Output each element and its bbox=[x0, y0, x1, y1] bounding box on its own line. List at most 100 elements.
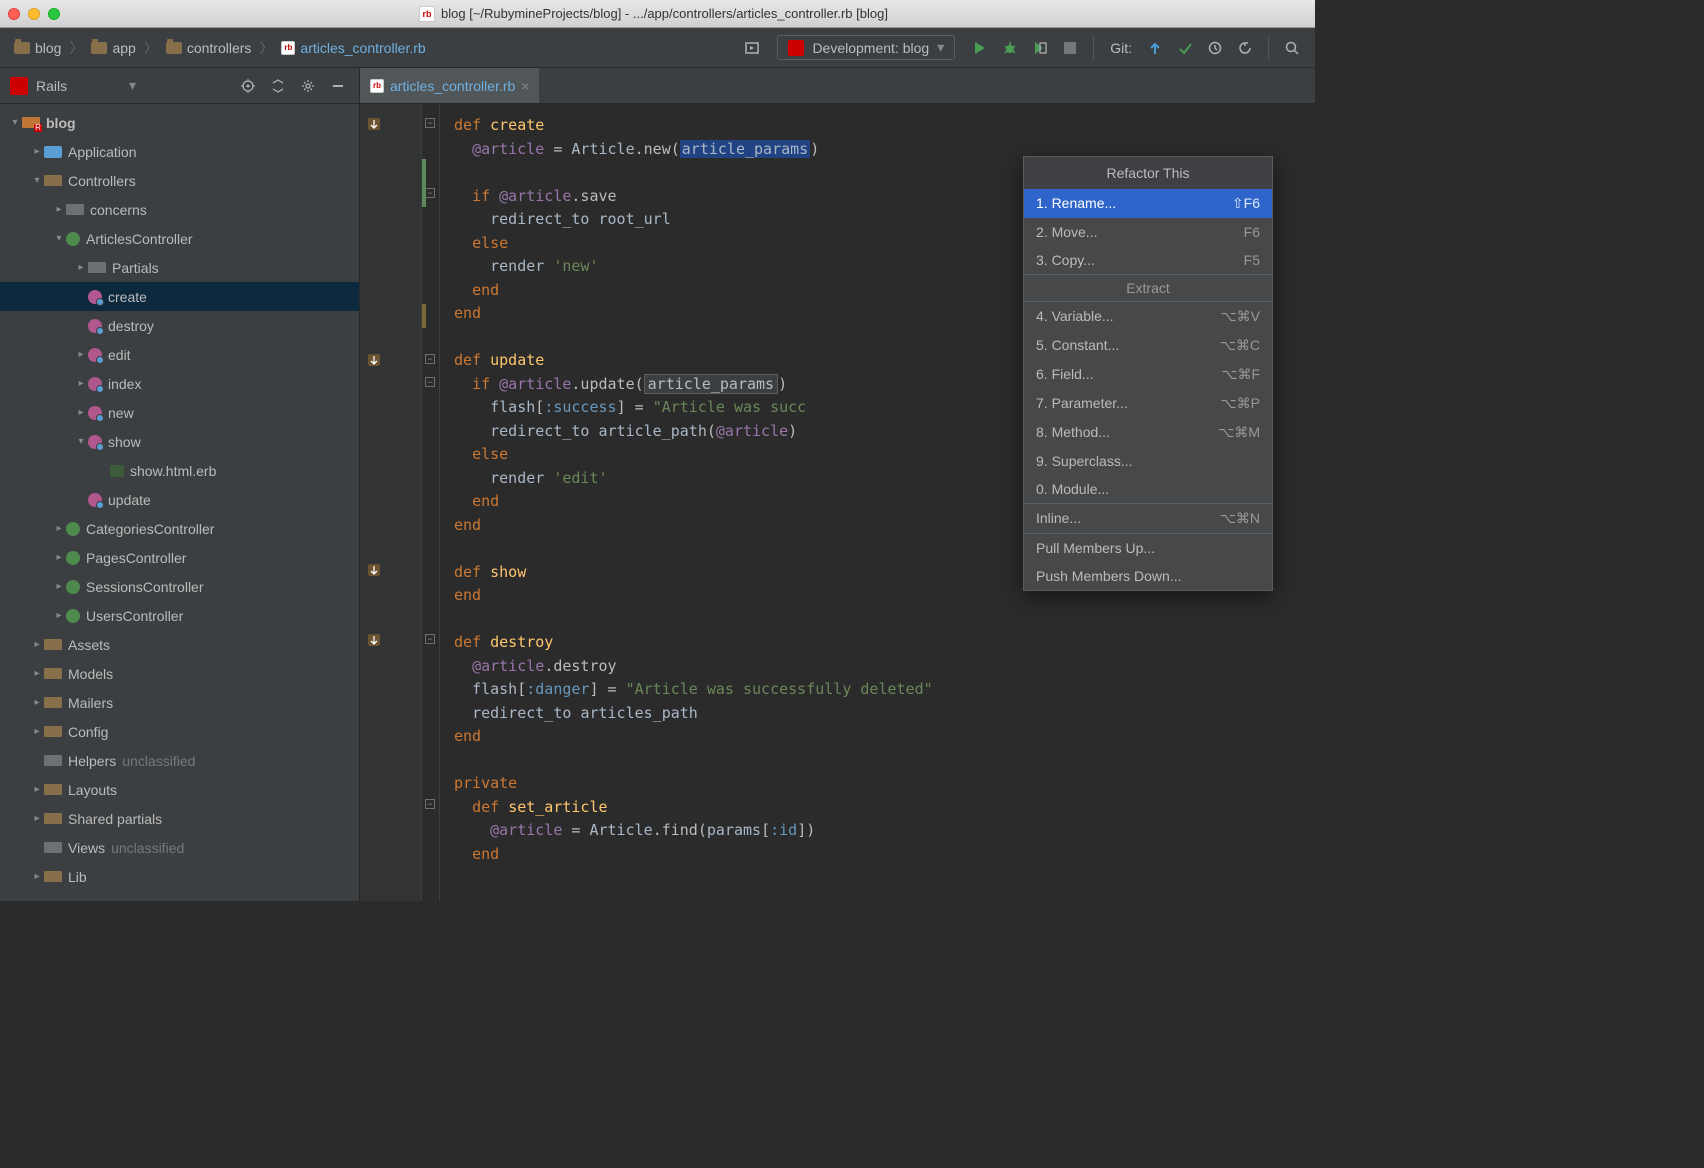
tree-expand-icon[interactable]: ▸ bbox=[74, 378, 88, 389]
code-line[interactable]: flash[:danger] = "Article was successful… bbox=[454, 678, 1315, 702]
tree-row[interactable]: ▸SessionsController bbox=[0, 572, 359, 601]
tree-expand-icon[interactable]: ▾ bbox=[30, 175, 44, 186]
code-line[interactable] bbox=[454, 749, 1315, 773]
fold-toggle[interactable]: − bbox=[425, 799, 435, 809]
tree-row[interactable]: ▸destroy bbox=[0, 311, 359, 340]
close-window-button[interactable] bbox=[8, 8, 20, 20]
tree-row[interactable]: ▾ArticlesController bbox=[0, 224, 359, 253]
tree-row[interactable]: ▾blog bbox=[0, 108, 359, 137]
locate-button[interactable] bbox=[237, 75, 259, 97]
fold-toggle[interactable]: − bbox=[425, 377, 435, 387]
run-configuration-select[interactable]: Development: blog ▾ bbox=[777, 35, 955, 60]
tree-row[interactable]: ▾Controllers bbox=[0, 166, 359, 195]
popup-menu-item[interactable]: 1. Rename...⇧F6 bbox=[1024, 189, 1272, 218]
stop-button[interactable] bbox=[1057, 35, 1083, 61]
tree-row[interactable]: ▸Viewsunclassified bbox=[0, 833, 359, 862]
tree-row[interactable]: ▾show bbox=[0, 427, 359, 456]
popup-menu-item[interactable]: Inline...⌥⌘N bbox=[1024, 504, 1272, 533]
tree-row[interactable]: ▸Lib bbox=[0, 862, 359, 891]
tree-expand-icon[interactable]: ▸ bbox=[30, 871, 44, 882]
vcs-history-button[interactable] bbox=[1202, 35, 1228, 61]
vcs-update-button[interactable] bbox=[1142, 35, 1168, 61]
tree-expand-icon[interactable]: ▾ bbox=[52, 233, 66, 244]
code-line[interactable]: def set_article bbox=[454, 796, 1315, 820]
code-line[interactable]: def create bbox=[454, 114, 1315, 138]
hide-button[interactable] bbox=[327, 75, 349, 97]
tree-expand-icon[interactable]: ▸ bbox=[30, 726, 44, 737]
minimize-window-button[interactable] bbox=[28, 8, 40, 20]
code-line[interactable] bbox=[454, 608, 1315, 632]
run-coverage-button[interactable] bbox=[1027, 35, 1053, 61]
code-line[interactable]: end bbox=[454, 843, 1315, 867]
tree-expand-icon[interactable]: ▸ bbox=[52, 552, 66, 563]
code-line[interactable]: private bbox=[454, 772, 1315, 796]
editor-tab[interactable]: rb articles_controller.rb × bbox=[360, 68, 539, 103]
expand-collapse-button[interactable] bbox=[267, 75, 289, 97]
tree-row[interactable]: ▸PagesController bbox=[0, 543, 359, 572]
tree-expand-icon[interactable]: ▸ bbox=[30, 784, 44, 795]
vcs-revert-button[interactable] bbox=[1232, 35, 1258, 61]
tree-expand-icon[interactable]: ▸ bbox=[52, 581, 66, 592]
code-line[interactable]: def destroy bbox=[454, 631, 1315, 655]
breadcrumb-item[interactable]: rbarticles_controller.rb bbox=[277, 38, 429, 58]
popup-menu-item[interactable]: 8. Method...⌥⌘M bbox=[1024, 418, 1272, 447]
tree-row[interactable]: ▸Assets bbox=[0, 630, 359, 659]
override-marker-icon[interactable] bbox=[366, 562, 384, 580]
tree-row[interactable]: ▸Layouts bbox=[0, 775, 359, 804]
run-button[interactable] bbox=[967, 35, 993, 61]
tree-expand-icon[interactable]: ▸ bbox=[30, 639, 44, 650]
code-line[interactable]: @article.destroy bbox=[454, 655, 1315, 679]
popup-menu-item[interactable]: Push Members Down... bbox=[1024, 562, 1272, 590]
popup-menu-item[interactable]: 0. Module... bbox=[1024, 475, 1272, 503]
vcs-commit-button[interactable] bbox=[1172, 35, 1198, 61]
tree-expand-icon[interactable]: ▸ bbox=[30, 813, 44, 824]
breadcrumb-item[interactable]: blog bbox=[10, 38, 65, 58]
tree-expand-icon[interactable]: ▾ bbox=[74, 436, 88, 447]
tree-row[interactable]: ▸show.html.erb bbox=[0, 456, 359, 485]
chevron-down-icon[interactable]: ▾ bbox=[129, 77, 136, 94]
build-button[interactable] bbox=[739, 35, 765, 61]
popup-menu-item[interactable]: 5. Constant...⌥⌘C bbox=[1024, 331, 1272, 360]
settings-button[interactable] bbox=[297, 75, 319, 97]
popup-menu-item[interactable]: 9. Superclass... bbox=[1024, 447, 1272, 475]
tree-row[interactable]: ▸CategoriesController bbox=[0, 514, 359, 543]
tree-row[interactable]: ▸UsersController bbox=[0, 601, 359, 630]
override-marker-icon[interactable] bbox=[366, 116, 384, 134]
popup-menu-item[interactable]: 3. Copy...F5 bbox=[1024, 246, 1272, 274]
popup-menu-item[interactable]: 6. Field...⌥⌘F bbox=[1024, 360, 1272, 389]
fold-toggle[interactable]: − bbox=[425, 118, 435, 128]
tree-row[interactable]: ▸new bbox=[0, 398, 359, 427]
tree-expand-icon[interactable]: ▸ bbox=[74, 262, 88, 273]
tree-row[interactable]: ▸index bbox=[0, 369, 359, 398]
fold-toggle[interactable]: − bbox=[425, 634, 435, 644]
breadcrumb-item[interactable]: controllers bbox=[162, 38, 256, 58]
fold-toggle[interactable]: − bbox=[425, 354, 435, 364]
popup-menu-item[interactable]: 2. Move...F6 bbox=[1024, 218, 1272, 246]
tree-expand-icon[interactable]: ▸ bbox=[52, 610, 66, 621]
tree-row[interactable]: ▸Config bbox=[0, 717, 359, 746]
debug-button[interactable] bbox=[997, 35, 1023, 61]
tree-row[interactable]: ▸Mailers bbox=[0, 688, 359, 717]
tree-row[interactable]: ▸Models bbox=[0, 659, 359, 688]
code-line[interactable]: redirect_to articles_path bbox=[454, 702, 1315, 726]
override-marker-icon[interactable] bbox=[366, 352, 384, 370]
search-everywhere-button[interactable] bbox=[1279, 35, 1305, 61]
popup-menu-item[interactable]: 4. Variable...⌥⌘V bbox=[1024, 302, 1272, 331]
tree-expand-icon[interactable]: ▸ bbox=[30, 668, 44, 679]
zoom-window-button[interactable] bbox=[48, 8, 60, 20]
close-tab-button[interactable]: × bbox=[521, 78, 529, 94]
breadcrumb-item[interactable]: app bbox=[87, 38, 139, 58]
code-line[interactable]: @article = Article.find(params[:id]) bbox=[454, 819, 1315, 843]
rails-project-tree[interactable]: ▾blog▸Application▾Controllers▸concerns▾A… bbox=[0, 104, 360, 901]
tree-row[interactable]: ▸edit bbox=[0, 340, 359, 369]
popup-menu-item[interactable]: Pull Members Up... bbox=[1024, 534, 1272, 562]
tree-expand-icon[interactable]: ▸ bbox=[74, 349, 88, 360]
tree-row[interactable]: ▸Partials bbox=[0, 253, 359, 282]
tree-row[interactable]: ▸Shared partials bbox=[0, 804, 359, 833]
code-line[interactable] bbox=[454, 866, 1315, 890]
override-marker-icon[interactable] bbox=[366, 632, 384, 650]
tree-row[interactable]: ▸Application bbox=[0, 137, 359, 166]
tree-expand-icon[interactable]: ▾ bbox=[8, 117, 22, 128]
tree-row[interactable]: ▸create bbox=[0, 282, 359, 311]
tree-expand-icon[interactable]: ▸ bbox=[74, 407, 88, 418]
